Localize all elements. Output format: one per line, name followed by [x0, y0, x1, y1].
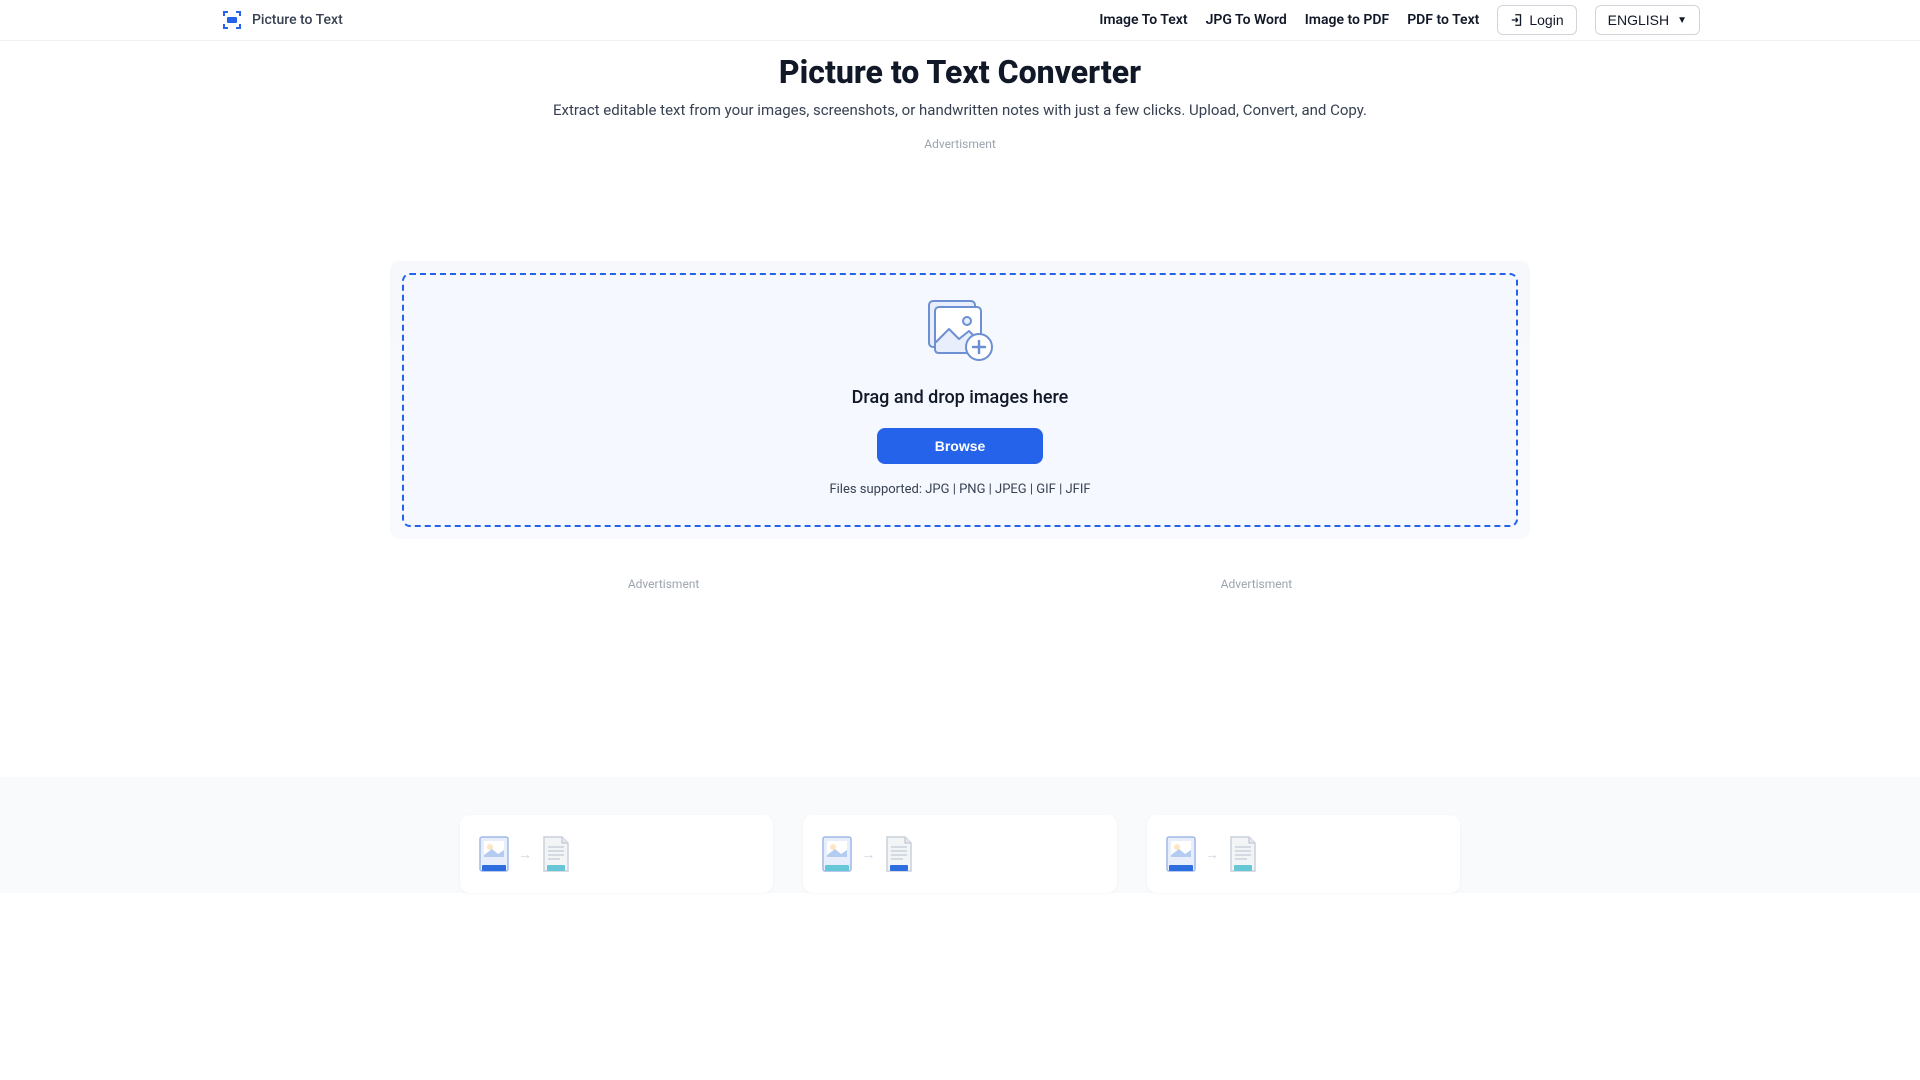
upload-image-icon — [927, 299, 993, 365]
arrow-right-icon: → — [518, 846, 532, 863]
arrow-right-icon: → — [1205, 846, 1219, 863]
main: Picture to Text Converter Extract editab… — [360, 53, 1560, 591]
brand-logo[interactable]: Picture to Text — [220, 8, 343, 32]
arrow-right-icon: → — [861, 846, 875, 863]
ad-label-right: Advertisment — [983, 577, 1530, 591]
page-title: Picture to Text Converter — [380, 53, 1540, 91]
chevron-down-icon: ▼ — [1677, 15, 1687, 26]
login-icon — [1510, 13, 1524, 27]
image-file-icon — [821, 835, 853, 873]
txt-file-icon — [1227, 835, 1259, 873]
nav-right: Image To Text JPG To Word Image to PDF P… — [1099, 5, 1700, 35]
cards-row: → — [360, 815, 1560, 893]
header: Picture to Text Image To Text JPG To Wor… — [0, 0, 1920, 41]
language-dropdown[interactable]: ENGLISH ▼ — [1595, 5, 1700, 35]
nav-pdf-to-text[interactable]: PDF to Text — [1407, 12, 1479, 28]
ad-label-left: Advertisment — [390, 577, 937, 591]
brand-logo-icon — [220, 8, 244, 32]
feature-card-3[interactable]: → — [1147, 815, 1460, 893]
page-subtitle: Extract editable text from your images, … — [380, 101, 1540, 119]
ads-row: Advertisment Advertisment — [380, 577, 1540, 591]
nav-jpg-to-word[interactable]: JPG To Word — [1206, 12, 1287, 28]
nav-image-to-pdf[interactable]: Image to PDF — [1305, 12, 1389, 28]
upload-section: Drag and drop images here Browse Files s… — [380, 261, 1540, 539]
nav-image-to-text[interactable]: Image To Text — [1099, 12, 1187, 28]
image-file-icon — [478, 835, 510, 873]
dropzone[interactable]: Drag and drop images here Browse Files s… — [402, 273, 1518, 527]
language-label: ENGLISH — [1608, 12, 1669, 28]
browse-button[interactable]: Browse — [877, 428, 1044, 464]
upload-card: Drag and drop images here Browse Files s… — [390, 261, 1530, 539]
doc-file-icon — [883, 835, 915, 873]
txt-file-icon — [540, 835, 572, 873]
dropzone-text: Drag and drop images here — [424, 387, 1496, 408]
brand-name: Picture to Text — [252, 12, 343, 28]
card-icons: → — [1165, 835, 1442, 873]
feature-cards-section: → — [0, 777, 1920, 893]
ad-label-top: Advertisment — [380, 137, 1540, 151]
card-icons: → — [478, 835, 755, 873]
feature-card-2[interactable]: → — [803, 815, 1116, 893]
feature-card-1[interactable]: → — [460, 815, 773, 893]
card-icons: → — [821, 835, 1098, 873]
image-file-icon — [1165, 835, 1197, 873]
supported-files-text: Files supported: JPG | PNG | JPEG | GIF … — [424, 482, 1496, 497]
nav-links: Image To Text JPG To Word Image to PDF P… — [1099, 12, 1479, 28]
login-label: Login — [1529, 12, 1563, 28]
login-button[interactable]: Login — [1497, 5, 1576, 35]
